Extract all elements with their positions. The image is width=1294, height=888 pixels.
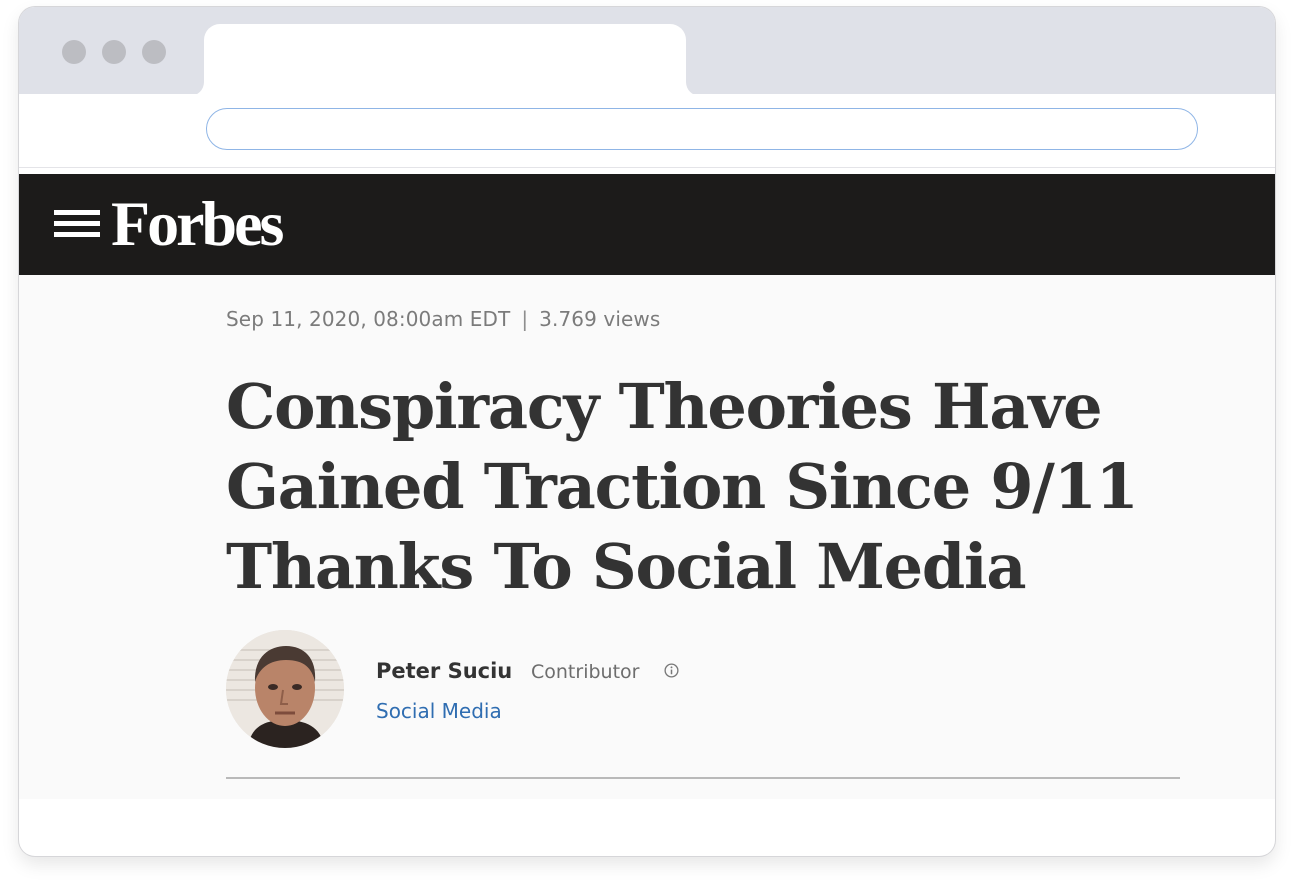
- browser-toolbar: [19, 94, 1275, 168]
- header-divider: [226, 777, 1180, 779]
- author-avatar[interactable]: [226, 630, 344, 748]
- minimize-window-dot[interactable]: [102, 40, 126, 64]
- author-role: Contributor: [531, 661, 640, 683]
- article-meta: Sep 11, 2020, 08:00am EDT | 3.769 views: [226, 307, 660, 331]
- publish-date: Sep 11, 2020, 08:00am EDT: [226, 307, 511, 331]
- address-bar[interactable]: [206, 108, 1198, 150]
- article-header: Sep 11, 2020, 08:00am EDT | 3.769 views Co…: [19, 275, 1275, 799]
- author-photo: [226, 630, 344, 748]
- site-header: Forbes: [19, 174, 1275, 275]
- author-name[interactable]: Peter Suciu: [376, 659, 512, 683]
- forbes-logo[interactable]: Forbes: [111, 184, 284, 264]
- browser-window: Forbes Sep 11, 2020, 08:00am EDT | 3.769 v…: [19, 7, 1275, 856]
- view-count: 3.769 views: [539, 307, 661, 331]
- meta-separator: |: [521, 307, 529, 331]
- active-tab[interactable]: [204, 24, 686, 96]
- menu-icon[interactable]: [54, 208, 101, 240]
- close-window-dot[interactable]: [62, 40, 86, 64]
- maximize-window-dot[interactable]: [142, 40, 166, 64]
- channel-link[interactable]: Social Media: [376, 699, 502, 723]
- tab-bar: [19, 7, 1275, 96]
- article-headline: Conspiracy Theories Have Gained Traction…: [226, 370, 1139, 603]
- info-icon[interactable]: [664, 663, 679, 678]
